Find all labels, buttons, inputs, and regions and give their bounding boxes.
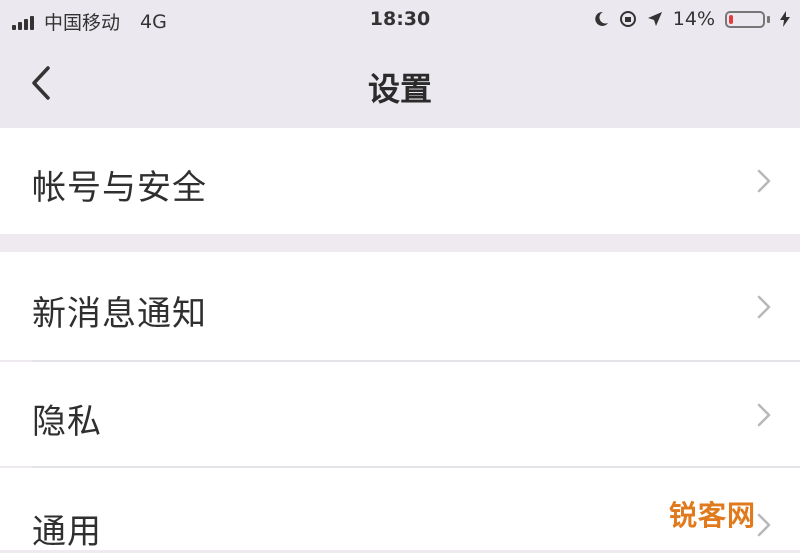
- settings-item-label: 帐号与安全: [32, 168, 207, 208]
- settings-item-label: 通用: [32, 512, 102, 552]
- battery-tip: [767, 15, 770, 23]
- battery-icon: [725, 10, 765, 28]
- back-button[interactable]: [18, 60, 64, 106]
- settings-item-account-security[interactable]: 帐号与安全: [0, 128, 800, 234]
- nav-bar: 设置: [0, 40, 800, 128]
- chevron-left-icon: [32, 66, 50, 100]
- charging-icon: [780, 11, 790, 27]
- chevron-right-icon: [757, 295, 771, 319]
- chevron-right-icon: [757, 403, 771, 427]
- battery-percent: 14%: [672, 8, 715, 30]
- signal-icon: [12, 14, 34, 30]
- network-type: 4G: [140, 10, 167, 33]
- settings-item-notifications[interactable]: 新消息通知: [0, 252, 800, 360]
- status-right: 14%: [593, 8, 790, 30]
- status-left: 中国移动 4G: [12, 8, 167, 35]
- watermark-logo: 锐客网: [668, 499, 756, 532]
- battery-level: [729, 14, 733, 24]
- settings-item-privacy[interactable]: 隐私: [0, 362, 800, 466]
- status-bar: 中国移动 4G 18:30 14%: [0, 0, 800, 40]
- page-title: 设置: [367, 70, 432, 108]
- moon-icon: [595, 11, 608, 26]
- settings-item-label: 新消息通知: [32, 294, 207, 334]
- orientation-lock-icon: [619, 11, 636, 27]
- settings-item-label: 隐私: [32, 402, 102, 442]
- carrier-label: 中国移动: [44, 12, 121, 34]
- chevron-right-icon: [757, 169, 771, 193]
- chevron-right-icon: [757, 513, 771, 537]
- location-icon: [647, 12, 662, 26]
